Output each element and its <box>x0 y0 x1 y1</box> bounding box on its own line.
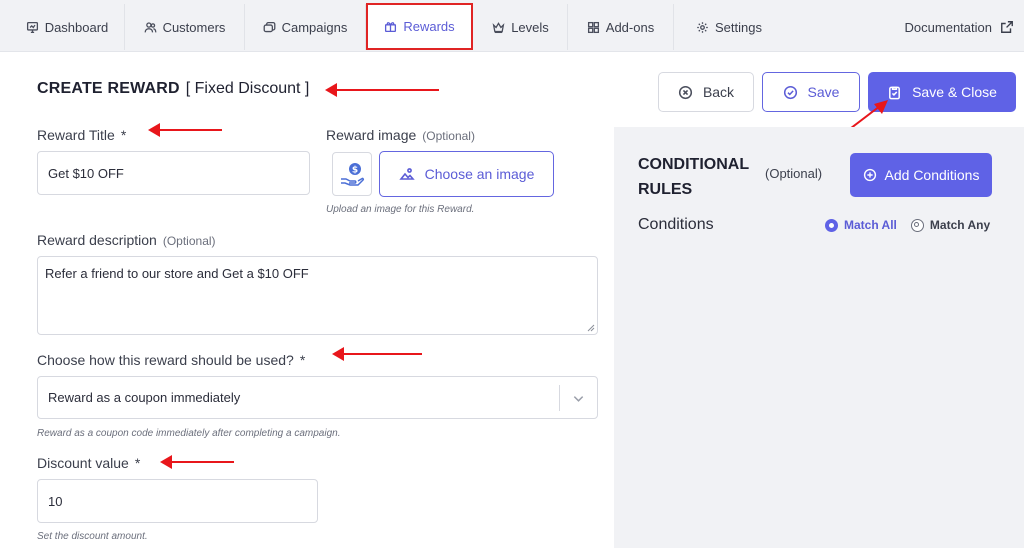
tab-customers[interactable]: Customers <box>125 4 245 50</box>
discount-value: 10 <box>48 493 63 509</box>
back-label: Back <box>702 84 735 100</box>
reward-title-value: Get $10 OFF <box>48 165 124 181</box>
tab-label: Levels <box>511 19 549 35</box>
reward-title-input[interactable]: Get $10 OFF <box>37 151 310 195</box>
usage-help: Reward as a coupon code immediately afte… <box>37 428 341 439</box>
usage-select[interactable]: Reward as a coupon immediately <box>37 376 598 419</box>
required-mark: * <box>299 352 306 368</box>
label-text: Discount value <box>37 455 129 471</box>
conditional-rules-title: CONDITIONAL RULES <box>638 156 749 198</box>
choose-image-button[interactable]: Choose an image <box>379 151 554 197</box>
gear-icon <box>697 21 708 33</box>
tab-label: Campaigns <box>281 19 348 35</box>
page-title: CREATE REWARD [ Fixed Discount ] <box>37 80 309 98</box>
tab-label: Customers <box>162 19 226 35</box>
tab-label: Add-ons <box>605 19 655 35</box>
label-text: Choose how this reward should be used? <box>37 352 294 368</box>
documentation-label: Documentation <box>904 19 992 35</box>
documentation-link[interactable]: Documentation <box>905 4 1014 50</box>
save-close-label: Save & Close <box>912 84 997 100</box>
select-divider <box>559 385 560 411</box>
annotation-arrow <box>160 455 234 469</box>
tab-rewards[interactable]: Rewards <box>366 3 473 50</box>
optional-text: (Optional) <box>422 129 475 143</box>
resize-handle-icon[interactable] <box>587 324 595 332</box>
reward-image-help: Upload an image for this Reward. <box>326 204 475 215</box>
users-icon <box>144 21 156 32</box>
external-link-icon <box>1001 21 1013 33</box>
conditions-label: Conditions <box>638 216 714 233</box>
page-title-type: [ Fixed Discount ] <box>185 80 310 97</box>
tab-label: Dashboard <box>44 19 109 35</box>
back-button[interactable]: Back <box>658 72 754 112</box>
image-icon <box>398 168 415 180</box>
tab-label: Rewards <box>403 19 455 34</box>
grid-icon <box>587 21 599 33</box>
discount-label: Discount value * <box>37 455 140 471</box>
reward-description-value: Refer a friend to our store and Get a $1… <box>45 266 309 281</box>
page-title-main: CREATE REWARD <box>37 80 180 97</box>
plus-circle-icon <box>863 168 876 182</box>
campaigns-icon <box>263 21 276 32</box>
reward-image-preview: $ <box>332 152 372 196</box>
reward-description-textarea[interactable]: Refer a friend to our store and Get a $1… <box>37 256 598 335</box>
optional-text: (Optional) <box>162 234 216 248</box>
label-text: Reward description <box>37 232 157 248</box>
match-all-label[interactable]: Match All <box>844 218 897 232</box>
tab-label: Settings <box>715 19 762 35</box>
annotation-arrow <box>332 347 422 361</box>
match-all-radio[interactable] <box>825 218 838 232</box>
check-circle-icon <box>783 85 797 99</box>
match-any-label[interactable]: Match Any <box>930 218 990 232</box>
choose-image-label: Choose an image <box>424 166 535 182</box>
match-any-radio[interactable] <box>910 218 924 232</box>
discount-value-input[interactable]: 10 <box>37 479 318 523</box>
label-text: Reward image <box>326 127 417 143</box>
reward-image-label: Reward image (Optional) <box>326 127 475 143</box>
add-conditions-label: Add Conditions <box>884 167 980 183</box>
usage-label: Choose how this reward should be used? * <box>37 352 305 368</box>
conditional-rules-optional: (Optional) <box>765 166 823 181</box>
annotation-arrow <box>325 83 439 97</box>
required-mark: * <box>134 455 141 471</box>
dashboard-icon <box>26 21 38 33</box>
required-mark: * <box>120 127 127 143</box>
reward-title-label: Reward Title * <box>37 127 126 143</box>
tab-addons[interactable]: Add-ons <box>568 4 674 50</box>
usage-selected-value: Reward as a coupon immediately <box>48 390 241 405</box>
tab-levels[interactable]: Levels <box>474 4 568 50</box>
svg-text:$: $ <box>352 166 358 176</box>
crown-icon <box>492 21 505 33</box>
tab-campaigns[interactable]: Campaigns <box>245 4 366 50</box>
add-conditions-button[interactable]: Add Conditions <box>850 153 992 197</box>
close-circle-icon <box>678 85 692 99</box>
tab-settings[interactable]: Settings <box>674 4 784 50</box>
match-mode-radio-group: Match All Match Any <box>825 218 990 232</box>
annotation-arrow <box>148 123 222 137</box>
save-label: Save <box>807 84 840 100</box>
gift-icon <box>385 22 397 33</box>
label-text: Reward Title <box>37 127 115 143</box>
chevron-down-icon[interactable] <box>572 392 585 405</box>
discount-help: Set the discount amount. <box>37 531 148 542</box>
top-navigation: Dashboard Customers Campaigns Rewards Le… <box>0 0 1024 52</box>
reward-description-label: Reward description (Optional) <box>37 232 216 248</box>
coin-hand-icon: $ <box>341 163 365 186</box>
tab-dashboard[interactable]: Dashboard <box>10 4 125 50</box>
